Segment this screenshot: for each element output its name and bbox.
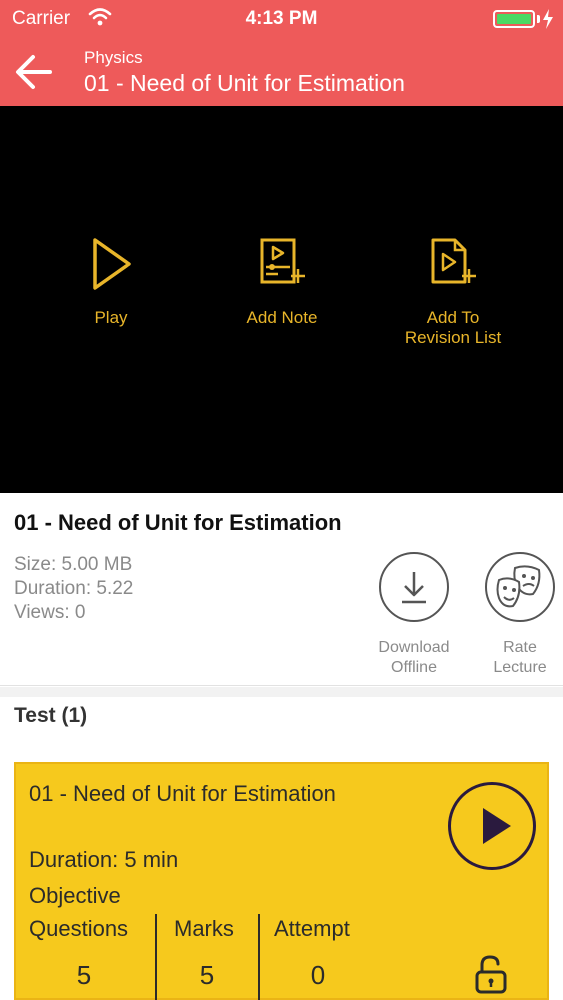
test-section-title: Test (1) (14, 704, 88, 727)
video-player[interactable]: Play Add Note Add To Revision List (0, 106, 563, 493)
status-time: 4:13 PM (245, 8, 318, 29)
battery-cap (537, 15, 540, 23)
unlock-icon (475, 955, 507, 994)
lecture-info-panel: 01 - Need of Unit for Estimation Size: 5… (0, 493, 563, 686)
add-note-button[interactable]: Add Note (197, 236, 367, 328)
add-revision-button[interactable]: Add To Revision List (368, 236, 538, 348)
page-title: 01 - Need of Unit for Estimation (84, 70, 405, 96)
section-divider (0, 687, 563, 697)
marks-label: Marks (174, 916, 234, 941)
lecture-duration: Duration: 5.22 (14, 578, 134, 599)
subject-label: Physics (84, 48, 143, 67)
add-revision-label: Add To Revision List (404, 308, 502, 347)
rate-lecture-button[interactable] (485, 552, 555, 622)
charging-icon (543, 9, 553, 29)
lecture-size: Size: 5.00 MB (14, 554, 133, 575)
back-arrow-icon[interactable] (14, 52, 54, 92)
add-revision-icon (431, 238, 476, 284)
download-offline-label: Download Offline (378, 639, 450, 676)
download-offline-button[interactable] (379, 552, 449, 622)
test-duration: Duration: 5 min (29, 847, 179, 872)
add-note-label: Add Note (246, 308, 318, 327)
rate-lecture-label: Rate Lecture (493, 639, 547, 676)
marks-value: 5 (199, 960, 215, 990)
test-type: Objective (29, 883, 121, 908)
play-action-label: Play (94, 308, 128, 327)
questions-value: 5 (76, 960, 92, 990)
test-title: 01 - Need of Unit for Estimation (29, 781, 336, 806)
attempt-label: Attempt (274, 916, 350, 941)
play-action-button[interactable]: Play (26, 236, 196, 328)
play-icon (483, 808, 511, 844)
start-test-button[interactable] (448, 782, 536, 870)
download-icon (402, 572, 426, 604)
add-note-icon (260, 238, 305, 284)
lecture-views: Views: 0 (14, 602, 86, 623)
battery-icon (493, 10, 535, 28)
questions-label: Questions (29, 916, 129, 941)
test-card[interactable]: 01 - Need of Unit for Estimation Duratio… (14, 762, 549, 1000)
theater-masks-icon (496, 565, 541, 608)
play-outline-icon (93, 238, 131, 290)
attempt-value: 0 (310, 960, 326, 990)
status-bar: Carrier 4:13 PM (0, 0, 563, 40)
lecture-title: 01 - Need of Unit for Estimation (14, 510, 342, 535)
column-divider (155, 914, 157, 1000)
app-header: Carrier 4:13 PM Physics 01 - Need of Uni… (0, 0, 563, 106)
column-divider (258, 914, 260, 1000)
